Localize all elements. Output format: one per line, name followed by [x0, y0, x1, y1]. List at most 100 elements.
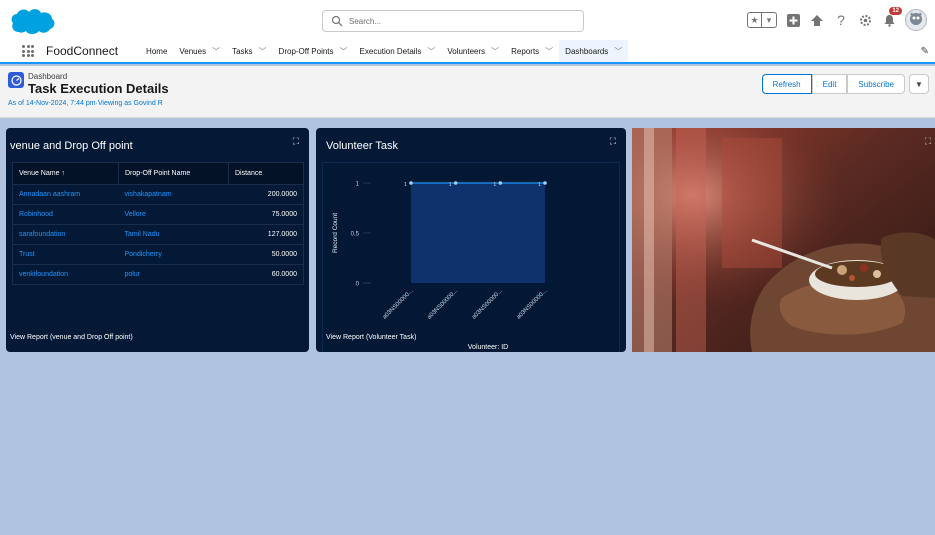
venue-name-link[interactable]: venkifoundation: [12, 264, 119, 285]
expand-icon[interactable]: ⛶: [925, 136, 931, 147]
chevron-down-icon[interactable]: ﹀: [259, 46, 267, 57]
dashboard-actions: Refresh Edit Subscribe ▼: [761, 74, 929, 94]
column-header[interactable]: Distance: [228, 162, 304, 185]
chevron-down-icon[interactable]: ﹀: [545, 46, 553, 57]
salesforce-logo-icon[interactable]: [10, 6, 56, 36]
dashboard-header: Dashboard Task Execution Details As of 1…: [0, 66, 935, 118]
chart-area: 0 0.5 1 Record Count 1 a03NS00000... 1 a03NS000…: [322, 162, 620, 352]
object-label: Dashboard: [28, 72, 68, 81]
distance-cell: 75.0000: [228, 204, 304, 225]
table-component: venue and Drop Off point ⛶ Venue Name ↑ …: [6, 128, 309, 352]
help-icon[interactable]: ?: [833, 12, 849, 28]
notification-badge: 12: [889, 7, 902, 15]
data-point: [498, 181, 503, 185]
global-search[interactable]: [322, 10, 584, 32]
x-tick-label: a03NS00000...: [471, 288, 504, 321]
chart-component: Volunteer Task ⛶ 0 0.5 1 Record Count 1 a03NS…: [316, 128, 626, 352]
volunteer-task-chart[interactable]: 0 0.5 1 Record Count 1 a03NS00000... 1 a03NS000…: [323, 163, 621, 352]
table-row: Robinhood Vellore 75.0000: [12, 204, 304, 225]
view-report-link[interactable]: View Report (venue and Drop Off point): [10, 334, 133, 341]
x-tick-label: a03NS00000...: [516, 288, 549, 321]
venue-name-link[interactable]: Robinhood: [12, 204, 119, 225]
global-actions-plus-icon[interactable]: [785, 12, 801, 28]
report-table: Venue Name ↑ Drop-Off Point Name Distanc…: [12, 162, 304, 285]
chevron-down-icon[interactable]: ﹀: [212, 46, 220, 57]
area-fill: [411, 183, 545, 283]
component-title: venue and Drop Off point: [10, 140, 133, 152]
x-tick-label: a03NS00000...: [382, 288, 415, 321]
drop-off-point-link[interactable]: Tamil Nadu: [118, 224, 229, 245]
view-report-link[interactable]: View Report (Volunteer Task): [326, 334, 416, 341]
data-label: 1: [404, 182, 407, 188]
dashboard-as-of: As of 14-Nov-2024, 7:44 pm·Viewing as Go…: [8, 100, 163, 107]
table-row: Annadaan aashram vishakapatnam 200.0000: [12, 184, 304, 205]
user-avatar[interactable]: [905, 9, 927, 31]
distance-cell: 60.0000: [228, 264, 304, 285]
y-tick-label: 0: [356, 282, 360, 288]
nav-tab-dashboards[interactable]: Dashboards ﹀: [559, 40, 629, 64]
notifications-bell-icon[interactable]: 12: [881, 7, 902, 28]
data-label: 1: [538, 182, 541, 188]
search-input[interactable]: [349, 16, 569, 26]
nav-tab-execution-details[interactable]: Execution Details ﹀: [354, 40, 442, 62]
data-label: 1: [493, 182, 496, 188]
distance-cell: 200.0000: [228, 184, 304, 205]
table-header-row: Venue Name ↑ Drop-Off Point Name Distanc…: [12, 162, 304, 185]
star-icon[interactable]: ★: [748, 13, 762, 27]
global-header: ★ ▾ ? 12: [0, 0, 935, 40]
venue-name-link[interactable]: Annadaan aashram: [12, 184, 119, 205]
y-tick-label: 0.5: [351, 232, 360, 238]
expand-icon[interactable]: ⛶: [610, 136, 616, 147]
expand-icon[interactable]: ⛶: [293, 136, 299, 147]
nav-tab-reports[interactable]: Reports ﹀: [505, 40, 559, 62]
drop-off-point-link[interactable]: Vellore: [118, 204, 229, 225]
nav-tab-home[interactable]: Home: [140, 40, 173, 62]
favorites-dropdown-icon[interactable]: ▾: [762, 13, 776, 27]
column-header[interactable]: Venue Name ↑: [12, 162, 119, 185]
nav-tab-tasks[interactable]: Tasks ﹀: [226, 40, 272, 62]
header-utilities: ★ ▾ ? 12: [747, 6, 927, 34]
data-point: [453, 181, 458, 185]
nav-tab-venues[interactable]: Venues ﹀: [173, 40, 226, 62]
drop-off-point-link[interactable]: polur: [118, 264, 229, 285]
favorites-group: ★ ▾: [747, 12, 777, 28]
trailhead-icon[interactable]: [809, 12, 825, 28]
y-tick-label: 1: [356, 182, 360, 188]
nav-tab-drop-off-points[interactable]: Drop-Off Points ﹀: [273, 40, 354, 62]
chevron-down-icon[interactable]: ﹀: [491, 46, 499, 57]
data-point: [543, 181, 547, 185]
dashboard-gauge-icon: [8, 72, 24, 88]
component-title: Volunteer Task: [326, 140, 398, 152]
more-actions-dropdown-icon[interactable]: ▼: [909, 74, 929, 94]
nav-tab-volunteers[interactable]: Volunteers ﹀: [441, 40, 505, 62]
search-icon: [331, 15, 343, 27]
venue-name-link[interactable]: sarafoundation: [12, 224, 119, 245]
edit-nav-pencil-icon[interactable]: ✎: [921, 46, 929, 57]
chevron-down-icon[interactable]: ﹀: [340, 46, 348, 57]
food-sharing-image: ⛶: [632, 128, 935, 352]
data-point: [409, 181, 413, 185]
subscribe-button[interactable]: Subscribe: [847, 74, 905, 94]
app-nav-bar: FoodConnect Home Venues ﹀ Tasks ﹀ Drop-Off…: [0, 40, 935, 64]
column-header[interactable]: Drop-Off Point Name: [118, 162, 229, 185]
app-launcher-icon[interactable]: [22, 45, 34, 57]
app-name: FoodConnect: [46, 44, 119, 58]
edit-button[interactable]: Edit: [811, 74, 848, 94]
x-axis-label: Volunteer: ID: [468, 344, 508, 351]
page-title: Task Execution Details: [28, 81, 169, 96]
table-row: venkifoundation polur 60.0000: [12, 264, 304, 285]
refresh-button[interactable]: Refresh: [761, 74, 812, 94]
chevron-down-icon[interactable]: ﹀: [614, 46, 622, 57]
table-row: sarafoundation Tamil Nadu 127.0000: [12, 224, 304, 245]
distance-cell: 50.0000: [228, 244, 304, 265]
distance-cell: 127.0000: [228, 224, 304, 245]
drop-off-point-link[interactable]: vishakapatnam: [118, 184, 229, 205]
chevron-down-icon[interactable]: ﹀: [427, 46, 435, 57]
setup-gear-icon[interactable]: [857, 12, 873, 28]
x-tick-label: a03NS00000...: [427, 288, 460, 321]
venue-name-link[interactable]: Trust: [12, 244, 119, 265]
drop-off-point-link[interactable]: Pondicherry: [118, 244, 229, 265]
y-axis-label: Record Count: [332, 213, 339, 253]
table-row: Trust Pondicherry 50.0000: [12, 244, 304, 265]
data-label: 1: [449, 182, 452, 188]
